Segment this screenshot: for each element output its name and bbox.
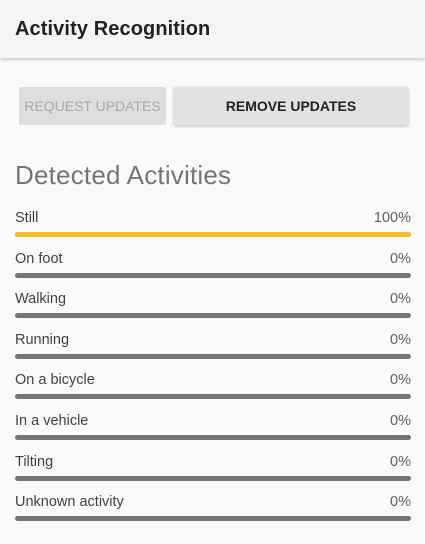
remove-updates-button[interactable]: REMOVE UPDATES [174, 87, 408, 125]
activity-row-walking: Walking 0% [15, 291, 411, 325]
progress-bar [15, 394, 411, 399]
progress-bar [15, 273, 411, 278]
activity-row-on-a-bicycle: On a bicycle 0% [15, 372, 411, 406]
activity-row-tilting: Tilting 0% [15, 454, 411, 488]
activity-percent: 0% [390, 332, 411, 348]
activity-name: On a bicycle [15, 372, 95, 388]
activity-percent: 100% [373, 210, 411, 226]
progress-bar [15, 516, 411, 521]
activity-name: Walking [15, 291, 67, 307]
activity-row-running: Running 0% [15, 332, 411, 366]
activity-row-unknown-activity: Unknown activity 0% [15, 494, 411, 528]
request-updates-button[interactable]: REQUEST UPDATES [19, 87, 166, 125]
activity-name: In a vehicle [15, 413, 89, 429]
activity-percent: 0% [390, 291, 411, 307]
progress-bar [15, 313, 411, 318]
progress-bar [15, 354, 411, 359]
activity-row-still: Still 100% [15, 210, 411, 244]
progress-bar [15, 476, 411, 481]
activity-name: Unknown activity [15, 494, 124, 510]
activity-recognition-screen: Activity Recognition REQUEST UPDATES REM… [0, 0, 425, 544]
activity-percent: 0% [390, 251, 411, 267]
progress-bar [15, 435, 411, 440]
progress-bar [15, 232, 411, 237]
activity-percent: 0% [390, 372, 411, 388]
activity-percent: 0% [390, 494, 411, 510]
detected-activities-heading: Detected Activities [15, 160, 232, 190]
activity-row-on-foot: On foot 0% [15, 251, 411, 285]
activity-name: On foot [15, 251, 63, 267]
activity-name: Still [15, 210, 39, 226]
app-bar: Activity Recognition [0, 0, 425, 58]
activity-percent: 0% [390, 413, 411, 429]
activity-name: Running [15, 332, 70, 348]
activity-percent: 0% [390, 454, 411, 470]
progress-fill [15, 232, 411, 237]
app-title: Activity Recognition [15, 17, 211, 40]
activity-name: Tilting [15, 454, 54, 470]
activity-row-in-a-vehicle: In a vehicle 0% [15, 413, 411, 447]
